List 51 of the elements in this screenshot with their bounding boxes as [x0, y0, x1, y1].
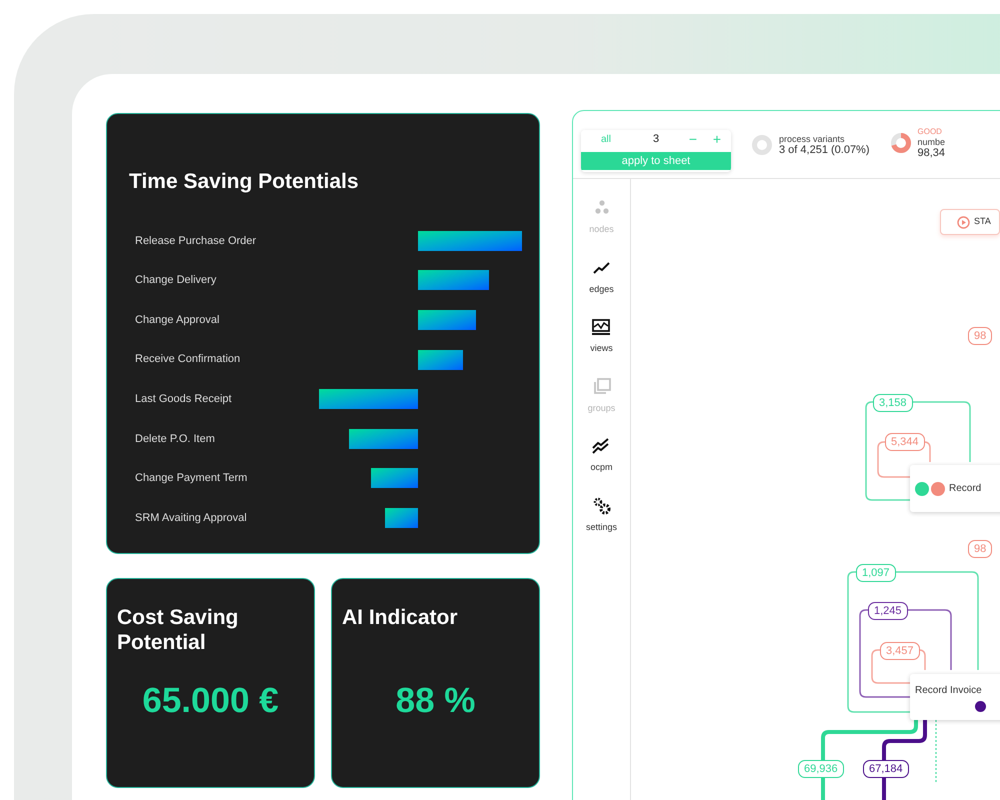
edge-count: 3,158 — [873, 394, 913, 412]
bar-label: SRM Avaiting Approval — [134, 510, 248, 526]
sidebar-item[interactable]: ocpm — [590, 437, 612, 474]
bar-label: Last Goods Receipt — [134, 392, 233, 407]
gears-icon — [592, 496, 612, 514]
stat-value: 98,34 — [918, 147, 946, 159]
stat-value: 3 of 4,251 (0.07%) — [779, 144, 870, 156]
bar — [418, 350, 463, 370]
activity-label: Record Invoice — [915, 684, 983, 698]
edge-count: 3,457 — [880, 642, 920, 660]
edge-count: 98 — [968, 327, 992, 345]
edge-count: 69,936 — [798, 760, 844, 778]
activity-label: Record — [949, 482, 982, 496]
edge-count: 67,184 — [863, 760, 909, 778]
stat-heading: GOOD — [918, 127, 943, 137]
card-title: Cost Saving Potential — [117, 605, 240, 655]
kpi-value: 88 % — [394, 680, 476, 722]
bar — [349, 428, 418, 449]
double-trend-icon — [591, 437, 612, 455]
stacked-squares-icon — [592, 378, 612, 396]
monitor-chart-icon — [591, 318, 612, 336]
donut-chart — [751, 134, 773, 156]
bar — [371, 468, 418, 488]
bar-label: Release Purchase Order — [134, 234, 258, 249]
kpi-value: 65.000 € — [141, 680, 280, 722]
activity-node[interactable]: Record — [910, 465, 1000, 512]
sidebar-item[interactable]: edges — [589, 258, 614, 296]
bar — [418, 270, 489, 290]
sidebar-item[interactable]: settings — [586, 496, 618, 534]
edge-count: 5,344 — [885, 433, 925, 451]
activity-node[interactable]: Record Invoice — [910, 674, 1000, 720]
edge-count: 1,097 — [856, 564, 896, 582]
bar-label: Change Delivery — [134, 273, 218, 288]
start-label: STA — [974, 215, 991, 228]
bar-label: Change Payment Term — [134, 471, 248, 486]
bar-label: Receive Confirmation — [134, 352, 242, 368]
bar-label: Delete P.O. Item — [134, 432, 216, 447]
bar — [418, 310, 476, 330]
bar — [385, 508, 418, 528]
edge-count: 1,245 — [868, 602, 908, 620]
bar-label: Change Approval — [134, 312, 220, 328]
stat-label: numbe — [918, 137, 946, 147]
play-icon — [957, 216, 970, 228]
donut-chart — [890, 132, 912, 154]
card-title: Time Saving Potentials — [128, 169, 360, 195]
stat-label: process variants — [779, 134, 846, 144]
card-title: AI Indicator — [342, 605, 459, 630]
edge-count: 98 — [968, 540, 992, 558]
start-node[interactable]: STA — [940, 209, 1000, 235]
variant-count: 3 — [652, 132, 660, 147]
sidebar-item[interactable]: views — [590, 318, 613, 356]
